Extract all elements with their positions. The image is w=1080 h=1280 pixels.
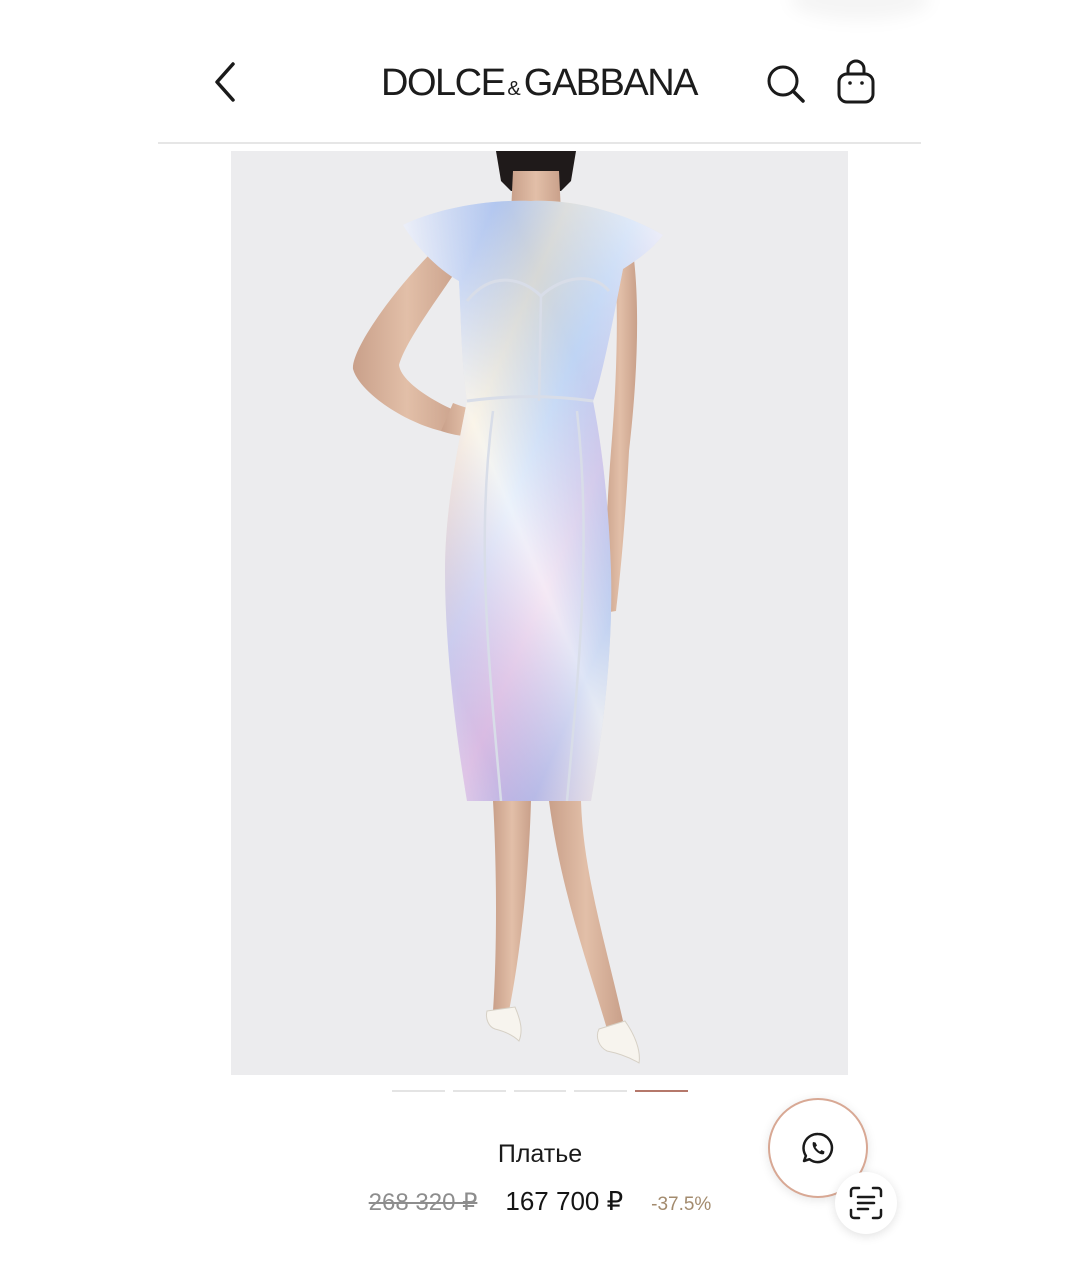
product-title: Платье — [497, 1140, 583, 1168]
current-price: 167 700 ₽ — [505, 1186, 624, 1216]
gallery-dot[interactable] — [574, 1090, 628, 1092]
top-overlay-shadow — [790, 0, 930, 20]
price-row: 268 320 ₽ 167 700 ₽ -37.5% — [0, 1186, 1080, 1217]
discount-badge: -37.5% — [651, 1194, 712, 1215]
gallery-dot[interactable] — [452, 1090, 506, 1092]
product-image[interactable] — [231, 151, 848, 1075]
brand-logo-part2: GABBANA — [523, 61, 699, 104]
scan-text-button[interactable] — [835, 1172, 897, 1234]
shopping-bag-icon — [837, 59, 875, 104]
brand-logo-part1: DOLCE — [381, 61, 506, 104]
back-button[interactable] — [202, 60, 246, 104]
gallery-pagination — [392, 1090, 688, 1093]
whatsapp-icon — [802, 1132, 834, 1164]
old-price: 268 320 ₽ — [368, 1189, 478, 1216]
app-header: DOLCE & GABBANA — [158, 30, 921, 144]
gallery-dot-active[interactable] — [635, 1090, 688, 1092]
scan-text-icon — [849, 1186, 883, 1220]
gallery-dot[interactable] — [513, 1090, 567, 1092]
search-icon — [767, 65, 805, 103]
bag-button[interactable] — [834, 58, 878, 106]
chevron-left-icon — [215, 62, 235, 102]
brand-logo-ampersand: & — [507, 77, 521, 100]
product-photo — [352, 151, 663, 1064]
brand-logo[interactable]: DOLCE & GABBANA — [366, 60, 712, 106]
search-button[interactable] — [764, 62, 808, 106]
gallery-dot[interactable] — [392, 1090, 445, 1092]
